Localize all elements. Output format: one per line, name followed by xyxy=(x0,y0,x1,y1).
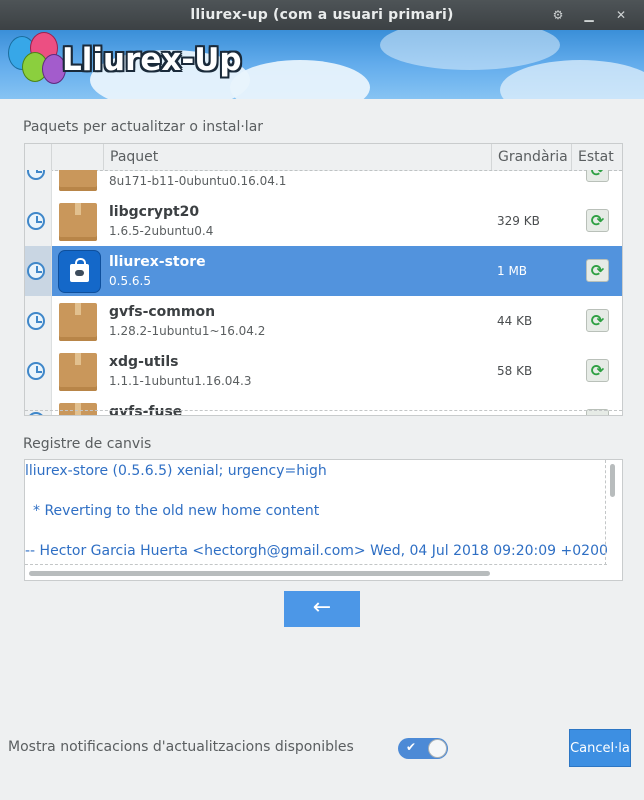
column-header-size[interactable]: Grandària xyxy=(491,144,572,170)
package-version: 1.6.5-2ubuntu0.4 xyxy=(109,224,214,238)
close-icon[interactable]: ✕ xyxy=(610,0,632,30)
package-size: 58 KB xyxy=(497,364,533,378)
row-marker-cell xyxy=(25,296,52,346)
update-status-icon[interactable]: ⟳ xyxy=(586,359,609,382)
pending-clock-icon xyxy=(27,262,45,280)
toggle-knob xyxy=(428,739,447,758)
app-banner: Lliurex-Up xyxy=(0,30,644,99)
minimize-icon[interactable]: ▁ xyxy=(578,0,600,30)
divider xyxy=(25,564,607,566)
divider xyxy=(605,460,607,565)
notifications-toggle[interactable]: ✔ xyxy=(398,738,448,759)
column-header-package[interactable]: Paquet xyxy=(103,144,492,170)
pending-clock-icon xyxy=(27,312,45,330)
changelog-line: -- Hector Garcia Huerta <hectorgh@gmail.… xyxy=(25,543,608,559)
update-status-icon[interactable]: ⟳ xyxy=(586,309,609,332)
package-version: 8u171-b11-0ubuntu0.16.04.1 xyxy=(109,174,287,188)
vertical-scrollbar[interactable] xyxy=(610,464,615,497)
arrow-left-icon: ← xyxy=(312,595,332,620)
package-name: libgcrypt20 xyxy=(109,204,200,220)
row-marker-cell xyxy=(25,246,52,296)
check-icon: ✔ xyxy=(406,740,417,754)
package-name: gvfs-common xyxy=(109,304,216,320)
row-marker-cell xyxy=(25,196,52,246)
packages-label: Paquets per actualitzar o instal·lar xyxy=(23,119,264,135)
table-row[interactable]: lliurex-store 0.5.6.5 1 MB ⟳ xyxy=(25,246,622,296)
package-icon xyxy=(59,170,97,191)
settings-icon[interactable]: ⚙ xyxy=(547,0,569,30)
divider xyxy=(25,410,622,411)
table-row[interactable]: 8u171-b11-0ubuntu0.16.04.1 ⟳ xyxy=(25,170,622,196)
table-row[interactable]: gvfs-common 1.28.2-1ubuntu1~16.04.2 44 KB ⟳ xyxy=(25,296,622,346)
row-marker-cell xyxy=(25,346,52,396)
package-version: 1.28.2-1ubuntu1~16.04.2 xyxy=(109,324,266,338)
lliurex-store-icon xyxy=(58,250,101,293)
row-marker-cell xyxy=(25,396,52,415)
table-header: Paquet Grandària Estat xyxy=(25,144,622,171)
notifications-label: Mostra notificacions d'actualitzacions d… xyxy=(8,739,354,755)
update-status-icon[interactable]: ⟳ xyxy=(586,209,609,232)
changelog-line: lliurex-store (0.5.6.5) xenial; urgency=… xyxy=(25,463,327,479)
package-icon xyxy=(59,353,97,391)
column-header-status[interactable]: Estat xyxy=(571,144,622,170)
package-version: 1.1.1-1ubuntu1.16.04.3 xyxy=(109,374,252,388)
package-version: 0.5.6.5 xyxy=(109,274,151,288)
pending-clock-icon xyxy=(27,170,45,180)
back-button[interactable]: ← xyxy=(284,591,360,627)
table-row[interactable]: gvfs-fuse⟳ xyxy=(25,396,622,415)
package-size: 44 KB xyxy=(497,314,533,328)
title-bar: lliurex-up (com a usuari primari) ⚙ ▁ ✕ xyxy=(0,0,644,30)
packages-table[interactable]: Paquet Grandària Estat 8u171-b11-0ubuntu… xyxy=(24,143,623,416)
package-size: 329 KB xyxy=(497,214,540,228)
row-marker-cell xyxy=(25,170,52,196)
package-name: lliurex-store xyxy=(109,254,206,270)
update-status-icon[interactable]: ⟳ xyxy=(586,259,609,282)
pending-clock-icon xyxy=(27,362,45,380)
package-size: 1 MB xyxy=(497,264,528,278)
package-icon xyxy=(59,403,97,415)
table-row[interactable]: xdg-utils 1.1.1-1ubuntu1.16.04.3 58 KB ⟳ xyxy=(25,346,622,396)
package-icon xyxy=(59,303,97,341)
table-rows: 8u171-b11-0ubuntu0.16.04.1 ⟳ libgcrypt20 1.… xyxy=(25,170,622,415)
update-status-icon[interactable]: ⟳ xyxy=(586,170,609,182)
changelog-label: Registre de canvis xyxy=(23,436,152,452)
pending-clock-icon xyxy=(27,212,45,230)
table-row[interactable]: libgcrypt20 1.6.5-2ubuntu0.4 329 KB ⟳ xyxy=(25,196,622,246)
horizontal-scrollbar[interactable] xyxy=(29,571,490,576)
package-icon xyxy=(59,203,97,241)
changelog-panel[interactable]: lliurex-store (0.5.6.5) xenial; urgency=… xyxy=(24,459,623,581)
window-title: lliurex-up (com a usuari primari) xyxy=(190,7,454,23)
changelog-line: * Reverting to the old new home content xyxy=(33,503,320,519)
pending-clock-icon xyxy=(27,412,45,415)
package-name: xdg-utils xyxy=(109,354,179,370)
banner-title: Lliurex-Up xyxy=(62,42,242,78)
cancel-button[interactable]: Cancel·la xyxy=(569,729,631,767)
column-header-icon[interactable] xyxy=(51,144,104,170)
